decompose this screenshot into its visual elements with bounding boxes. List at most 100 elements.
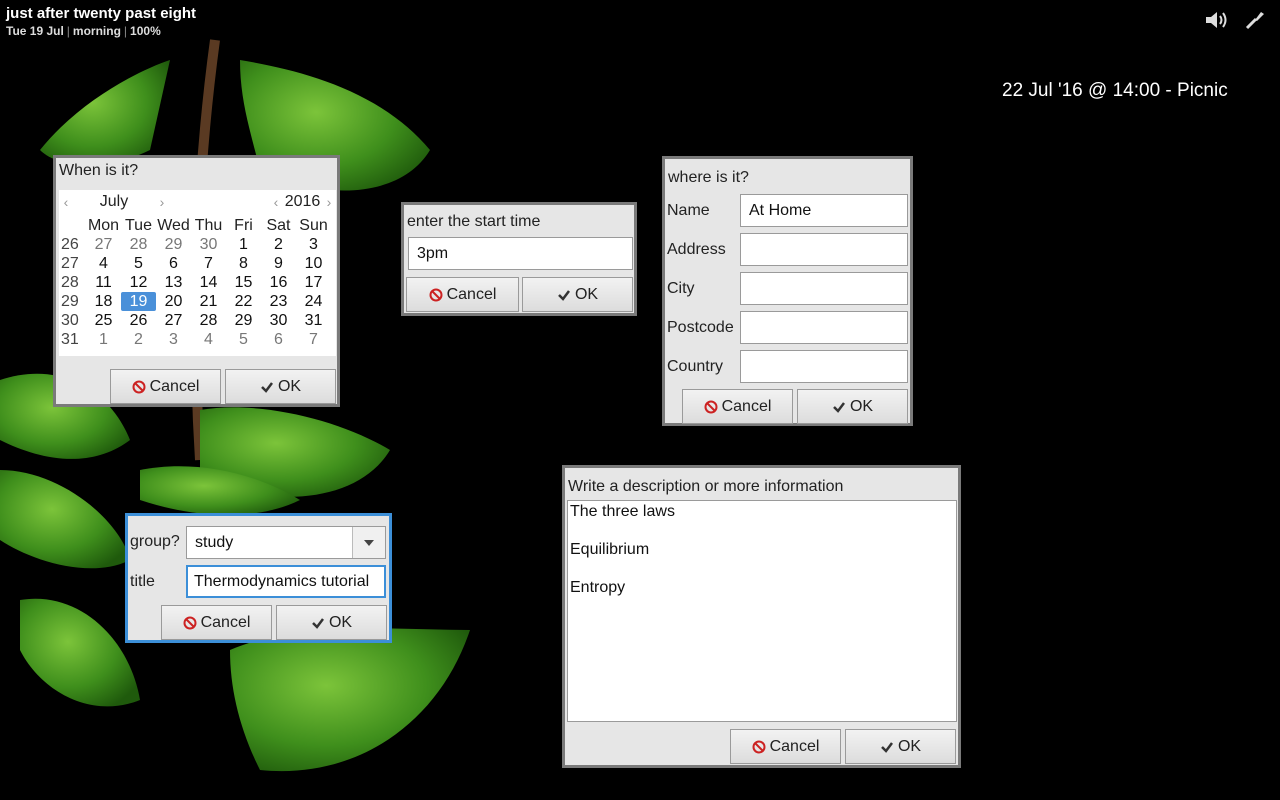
clock-phrase: just after twenty past eight xyxy=(6,5,197,22)
title-input[interactable]: Thermodynamics tutorial xyxy=(186,565,386,598)
calendar-day[interactable]: 21 xyxy=(191,292,226,311)
calendar-day[interactable]: 27 xyxy=(156,311,191,330)
description-line: The three laws xyxy=(570,503,675,520)
title-label: title xyxy=(130,573,155,590)
ok-label: OK xyxy=(897,737,922,755)
checkmark-icon xyxy=(557,288,571,302)
ok-button[interactable]: OK xyxy=(797,389,908,424)
calendar-day[interactable]: 2 xyxy=(261,235,296,254)
calendar-day[interactable]: 29 xyxy=(226,311,261,330)
calendar-day[interactable]: 30 xyxy=(191,235,226,254)
ok-button[interactable]: OK xyxy=(845,729,956,764)
calendar-day[interactable]: 1 xyxy=(86,330,121,349)
cancel-icon xyxy=(132,380,146,394)
cancel-button[interactable]: Cancel xyxy=(161,605,272,640)
calendar-day[interactable]: 14 xyxy=(191,273,226,292)
checkmark-icon xyxy=(311,616,325,630)
calendar-day[interactable]: 1 xyxy=(226,235,261,254)
group-value: study xyxy=(195,533,234,551)
calendar-day[interactable]: 30 xyxy=(261,311,296,330)
calendar-day[interactable]: 16 xyxy=(261,273,296,292)
week-number: 26 xyxy=(61,236,79,253)
calendar-day[interactable]: 13 xyxy=(156,273,191,292)
country-input[interactable] xyxy=(740,350,908,383)
calendar-day[interactable]: 26 xyxy=(121,311,156,330)
postcode-input[interactable] xyxy=(740,311,908,344)
calendar-day[interactable]: 9 xyxy=(261,254,296,273)
calendar-day[interactable]: 2 xyxy=(121,330,156,349)
ok-label: OK xyxy=(328,613,353,631)
settings-tool-icon[interactable] xyxy=(1242,8,1268,32)
field-label-address: Address xyxy=(667,241,726,258)
period-text: morning xyxy=(72,24,121,38)
calendar-day[interactable]: 29 xyxy=(156,235,191,254)
status-line: Tue 19 Jul | morning | 100% xyxy=(6,24,161,38)
calendar-day[interactable]: 3 xyxy=(296,235,331,254)
dialog-title: where is it? xyxy=(668,169,749,186)
field-label-city: City xyxy=(667,280,695,297)
calendar-day[interactable]: 18 xyxy=(86,292,121,311)
calendar-day[interactable]: 15 xyxy=(226,273,261,292)
calendar-day[interactable]: 22 xyxy=(226,292,261,311)
name-input[interactable]: At Home xyxy=(740,194,908,227)
cancel-label: Cancel xyxy=(721,397,772,415)
calendar-day[interactable]: 5 xyxy=(226,330,261,349)
volume-icon[interactable] xyxy=(1204,8,1230,32)
ok-button[interactable]: OK xyxy=(522,277,633,312)
calendar-day-selected[interactable]: 19 xyxy=(121,292,156,311)
cancel-button[interactable]: Cancel xyxy=(730,729,841,764)
calendar-day[interactable]: 8 xyxy=(226,254,261,273)
calendar-day[interactable]: 5 xyxy=(121,254,156,273)
next-year-icon[interactable]: › xyxy=(322,194,336,210)
location-dialog: where is it? Name At Home Address City Postc… xyxy=(662,156,913,426)
ok-label: OK xyxy=(277,377,302,395)
calendar-day[interactable]: 17 xyxy=(296,273,331,292)
weekday-header: Mon xyxy=(87,217,120,234)
calendar-day[interactable]: 4 xyxy=(191,330,226,349)
address-input[interactable] xyxy=(740,233,908,266)
calendar-day[interactable]: 23 xyxy=(261,292,296,311)
cancel-button[interactable]: Cancel xyxy=(406,277,519,312)
field-label-postcode: Postcode xyxy=(667,319,734,336)
calendar-day[interactable]: 27 xyxy=(86,235,121,254)
weekday-header: Thu xyxy=(194,217,223,234)
start-time-input[interactable]: 3pm xyxy=(408,237,633,270)
calendar-day[interactable]: 11 xyxy=(86,273,121,292)
start-time-dialog: enter the start time 3pm Cancel OK xyxy=(401,202,637,316)
cancel-label: Cancel xyxy=(149,377,200,395)
calendar-day[interactable]: 3 xyxy=(156,330,191,349)
chevron-down-icon[interactable] xyxy=(352,527,385,558)
weekday-header: Fri xyxy=(234,217,253,234)
cancel-button[interactable]: Cancel xyxy=(110,369,221,404)
weekday-header: Sun xyxy=(299,217,328,234)
ok-button[interactable]: OK xyxy=(225,369,336,404)
calendar-day[interactable]: 7 xyxy=(296,330,331,349)
description-textarea[interactable]: The three laws Equilibrium Entropy xyxy=(567,500,957,722)
calendar-day[interactable]: 7 xyxy=(191,254,226,273)
calendar-day[interactable]: 20 xyxy=(156,292,191,311)
calendar-day[interactable]: 4 xyxy=(86,254,121,273)
cancel-button[interactable]: Cancel xyxy=(682,389,793,424)
ok-button[interactable]: OK xyxy=(276,605,387,640)
week-number: 27 xyxy=(61,255,79,272)
city-input[interactable] xyxy=(740,272,908,305)
next-month-icon[interactable]: › xyxy=(155,194,169,210)
prev-year-icon[interactable]: ‹ xyxy=(269,194,283,210)
calendar-day[interactable]: 28 xyxy=(121,235,156,254)
calendar-day[interactable]: 12 xyxy=(121,273,156,292)
week-number: 29 xyxy=(61,293,79,310)
calendar-day[interactable]: 10 xyxy=(296,254,331,273)
prev-month-icon[interactable]: ‹ xyxy=(59,194,73,210)
dialog-title: Write a description or more information xyxy=(568,478,844,495)
group-title-dialog: group? study title Thermodynamics tutori… xyxy=(125,513,392,643)
calendar-day[interactable]: 6 xyxy=(261,330,296,349)
cancel-label: Cancel xyxy=(446,285,497,303)
calendar-day[interactable]: 28 xyxy=(191,311,226,330)
system-tray xyxy=(1204,8,1268,32)
calendar-day[interactable]: 24 xyxy=(296,292,331,311)
group-select[interactable]: study xyxy=(186,526,386,559)
calendar-day[interactable]: 25 xyxy=(86,311,121,330)
calendar-day[interactable]: 6 xyxy=(156,254,191,273)
week-header-blank xyxy=(59,216,86,235)
calendar-day[interactable]: 31 xyxy=(296,311,331,330)
